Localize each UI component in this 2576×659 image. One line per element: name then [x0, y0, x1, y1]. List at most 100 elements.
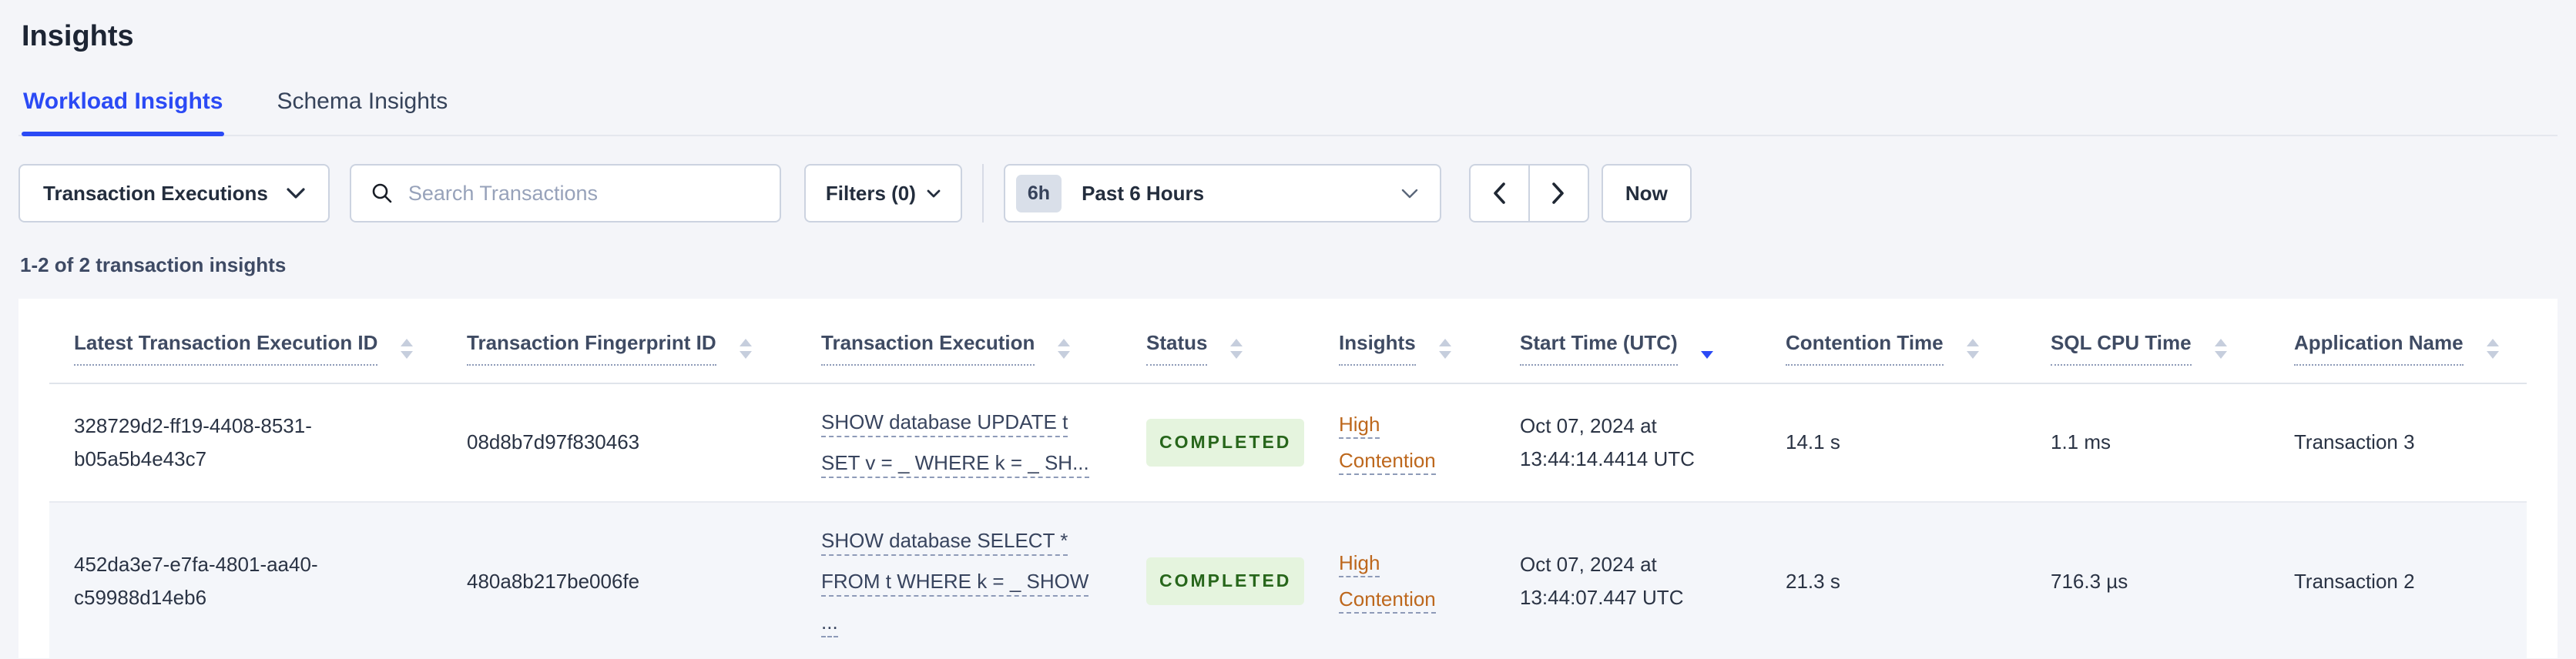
status-badge: COMPLETED	[1146, 418, 1305, 467]
transaction-execution-cell: SHOW database UPDATE t SET v = _ WHERE k …	[821, 383, 1146, 503]
time-range-badge: 6h	[1015, 174, 1062, 212]
start-time-cell: Oct 07, 2024 at 13:44:14.4414 UTC	[1520, 383, 1786, 503]
time-range-label: Past 6 Hours	[1082, 181, 1205, 205]
column-header: Contention Time	[1786, 299, 2051, 384]
sort-carets[interactable]	[401, 338, 414, 359]
sort-caret-down-icon	[1058, 350, 1071, 359]
column-header-label[interactable]: Application Name	[2294, 331, 2464, 366]
workload-type-dropdown-label: Transaction Executions	[43, 181, 268, 205]
table-row: 328729d2-ff19-4408-8531-b05a5b4e43c7 08d8…	[49, 383, 2527, 503]
sql-cpu-time-cell: 1.1 ms	[2051, 383, 2294, 503]
search-icon	[370, 181, 394, 206]
search-box[interactable]	[349, 164, 781, 222]
sort-caret-up-icon	[739, 338, 752, 346]
fingerprint-id-cell: 480a8b217be006fe	[467, 501, 821, 658]
tab-bar: Workload Insights Schema Insights	[18, 89, 2558, 136]
filters-label: Filters (0)	[825, 181, 916, 205]
status-cell: COMPLETED	[1146, 383, 1339, 503]
insight-link[interactable]: High Contention	[1339, 413, 1436, 475]
sort-caret-down-icon	[2486, 350, 2499, 359]
transaction-execution-link[interactable]: SHOW database UPDATE t	[821, 410, 1068, 437]
filters-dropdown[interactable]: Filters (0)	[803, 164, 962, 222]
fingerprint-id-cell: 08d8b7d97f830463	[467, 383, 821, 503]
sort-caret-up-icon	[1966, 338, 1979, 346]
insights-table-card: Latest Transaction Execution ID Transacti…	[18, 299, 2558, 658]
sort-caret-down-icon	[1966, 350, 1979, 359]
sort-carets[interactable]	[2486, 338, 2499, 359]
contention-time-cell: 21.3 s	[1786, 501, 2051, 658]
next-time-range-button[interactable]	[1528, 164, 1589, 222]
sort-caret-down-icon	[1230, 350, 1243, 359]
contention-time-cell: 14.1 s	[1786, 383, 2051, 503]
results-summary: 1-2 of 2 transaction insights	[20, 253, 287, 276]
column-header-label[interactable]: Status	[1146, 331, 1208, 366]
sort-caret-up-icon	[2214, 338, 2227, 346]
sort-caret-down-icon	[739, 350, 752, 359]
transaction-execution-link[interactable]: SET v = _ WHERE k = _ SH...	[821, 450, 1089, 478]
column-header: Latest Transaction Execution ID	[49, 299, 467, 384]
column-header-label[interactable]: Contention Time	[1786, 331, 1944, 366]
chevron-down-icon	[927, 189, 941, 198]
transaction-execution-cell: SHOW database SELECT * FROM t WHERE k = _…	[821, 501, 1146, 658]
sort-caret-up-icon	[401, 338, 414, 346]
sort-caret-up-icon	[1230, 338, 1243, 346]
time-range-nav	[1468, 164, 1589, 222]
column-header-label[interactable]: Transaction Execution	[821, 331, 1035, 366]
sql-cpu-time-cell: 716.3 µs	[2051, 501, 2294, 658]
sort-caret-down-icon	[401, 350, 414, 359]
now-button[interactable]: Now	[1601, 164, 1692, 222]
column-header-label[interactable]: Start Time (UTC)	[1520, 331, 1678, 366]
sort-caret-up-icon	[1058, 338, 1071, 346]
sort-carets[interactable]	[2214, 338, 2227, 359]
start-time-cell: Oct 07, 2024 at 13:44:07.447 UTC	[1520, 501, 1786, 658]
chevron-left-icon	[1493, 182, 1506, 204]
latest-execution-id-cell: 328729d2-ff19-4408-8531-b05a5b4e43c7	[49, 383, 467, 503]
table-header-row: Latest Transaction Execution ID Transacti…	[49, 299, 2527, 384]
column-header: Application Name	[2294, 299, 2527, 384]
insights-cell: High Contention	[1339, 501, 1520, 658]
chevron-down-icon	[1401, 189, 1418, 199]
transaction-execution-link[interactable]: FROM t WHERE k = _ SHOW	[821, 569, 1089, 597]
toolbar: Transaction Executions Filters (0) 6h Pa…	[18, 164, 2558, 222]
transaction-execution-link[interactable]: ...	[821, 610, 838, 637]
application-name-cell: Transaction 2	[2294, 501, 2527, 658]
tab-workload-insights[interactable]: Workload Insights	[22, 89, 225, 136]
tab-schema-insights[interactable]: Schema Insights	[275, 89, 449, 135]
sort-carets[interactable]	[1438, 338, 1451, 359]
column-header-label[interactable]: Latest Transaction Execution ID	[74, 331, 378, 366]
sort-caret-up-icon	[1438, 338, 1451, 346]
previous-time-range-button[interactable]	[1468, 164, 1529, 222]
column-header-label[interactable]: Transaction Fingerprint ID	[467, 331, 716, 366]
sort-caret-down-icon	[1700, 350, 1713, 359]
transaction-execution-link[interactable]: SHOW database SELECT *	[821, 528, 1068, 556]
search-input[interactable]	[406, 180, 761, 206]
status-badge: COMPLETED	[1146, 557, 1305, 606]
workload-type-dropdown[interactable]: Transaction Executions	[18, 164, 330, 222]
status-cell: COMPLETED	[1146, 501, 1339, 658]
column-header: Start Time (UTC)	[1520, 299, 1786, 384]
column-header-label[interactable]: Insights	[1339, 331, 1416, 366]
sort-caret-up-icon	[2486, 338, 2499, 346]
sort-carets[interactable]	[1966, 338, 1979, 359]
chevron-down-icon	[287, 188, 305, 199]
column-header: Status	[1146, 299, 1339, 384]
toolbar-divider	[981, 164, 984, 222]
sort-carets[interactable]	[1058, 338, 1071, 359]
time-range-picker[interactable]: 6h Past 6 Hours	[1003, 164, 1441, 222]
now-button-label: Now	[1625, 181, 1668, 205]
column-header-label[interactable]: SQL CPU Time	[2051, 331, 2192, 366]
transaction-insights-table: Latest Transaction Execution ID Transacti…	[49, 299, 2527, 658]
column-header: Transaction Execution	[821, 299, 1146, 384]
sort-carets[interactable]	[1230, 338, 1243, 359]
sort-carets[interactable]	[739, 338, 752, 359]
table-row: 452da3e7-e7fa-4801-aa40-c59988d14eb6 480a…	[49, 501, 2527, 658]
sort-carets[interactable]	[1700, 339, 1713, 359]
latest-execution-id-cell: 452da3e7-e7fa-4801-aa40-c59988d14eb6	[49, 501, 467, 658]
chevron-right-icon	[1552, 182, 1565, 204]
application-name-cell: Transaction 3	[2294, 383, 2527, 503]
insight-link[interactable]: High Contention	[1339, 551, 1436, 614]
column-header: SQL CPU Time	[2051, 299, 2294, 384]
column-header: Insights	[1339, 299, 1520, 384]
sort-caret-down-icon	[1438, 350, 1451, 359]
page-title: Insights	[22, 20, 134, 52]
